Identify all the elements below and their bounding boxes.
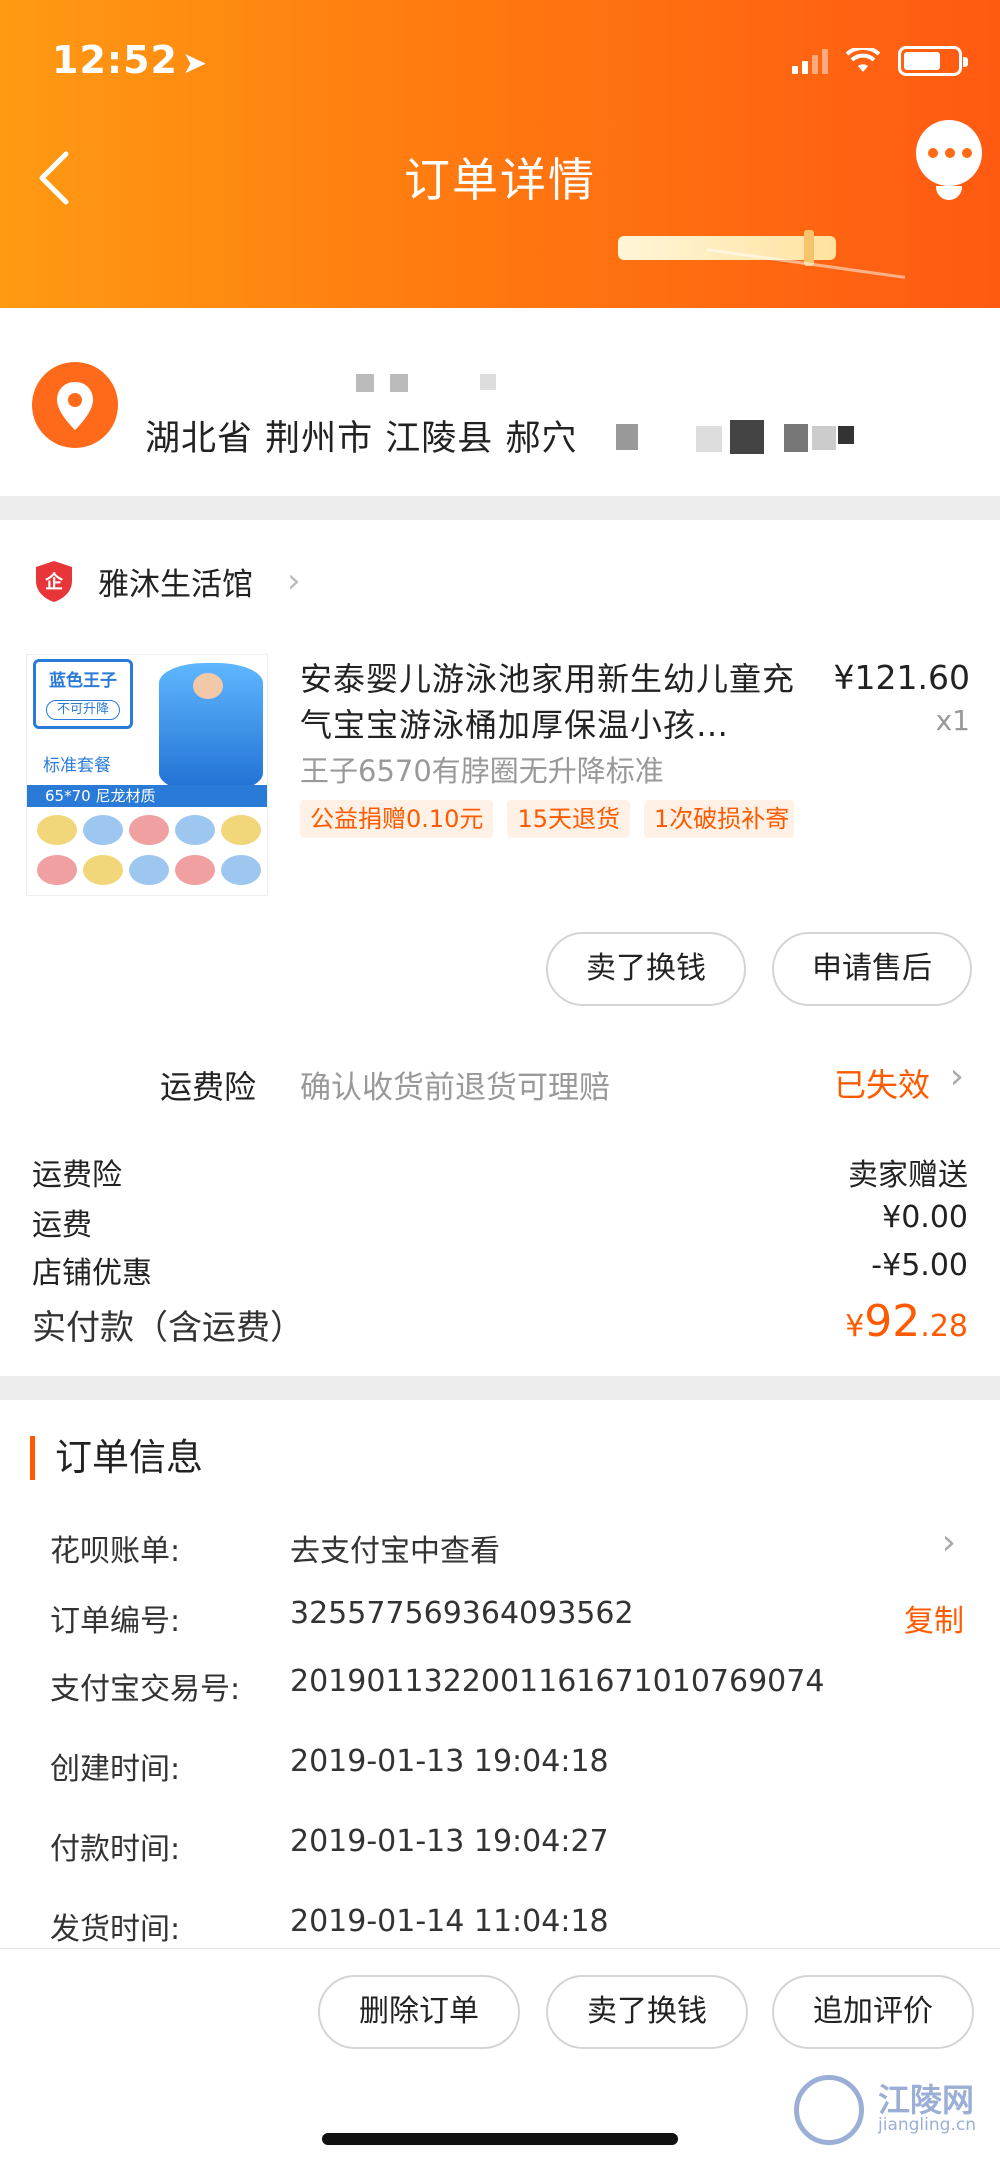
image-badge-title: 蓝色王子	[49, 671, 117, 691]
info-value: 325577569364093562	[290, 1596, 634, 1631]
product-image-badge: 蓝色王子 不可升降	[33, 659, 133, 729]
bottom-action-bar: 删除订单 卖了换钱 追加评价 江陵网 jiangling.cn	[0, 1948, 1000, 2166]
location-pin-icon	[32, 362, 118, 448]
order-info-card: 订单信息 花呗账单: 去支付宝中查看 › 订单编号: 3255775693640…	[0, 1400, 1000, 1948]
fee-label: 运费险	[32, 1158, 122, 1193]
home-indicator[interactable]	[322, 2133, 678, 2145]
fee-row-shipping: 运费 ¥0.00	[32, 1200, 968, 1244]
fee-row-discount: 店铺优惠 -¥5.00	[32, 1248, 968, 1292]
info-label: 发货时间:	[50, 1912, 181, 1947]
banner-decoration	[618, 230, 836, 266]
chevron-right-icon: ›	[949, 1056, 964, 1097]
insurance-status: 已失效	[833, 1066, 930, 1104]
redacted-block	[616, 424, 638, 450]
status-indicators	[792, 46, 968, 76]
watermark-site: jiangling.cn	[878, 2115, 976, 2135]
redacted-block	[838, 426, 854, 444]
cellular-signal-icon	[792, 48, 828, 74]
battery-icon	[898, 46, 968, 76]
shop-name: 雅沐生活馆	[98, 566, 253, 603]
total-label: 实付款（含运费）	[32, 1308, 304, 1348]
pool-illustration	[159, 663, 263, 793]
shipping-insurance-row[interactable]: 运费险 确认收货前退货可理赔 已失效 ›	[0, 1048, 1000, 1120]
address-card[interactable]: 湖北省 荆州市 江陵县 郝穴	[0, 308, 1000, 496]
redacted-block	[784, 424, 808, 452]
sell-for-cash-bottom-button[interactable]: 卖了换钱	[546, 1975, 748, 2049]
info-label: 支付宝交易号:	[50, 1672, 241, 1707]
chevron-right-icon: ›	[287, 561, 301, 601]
info-value: 2019-01-13 19:04:18	[290, 1744, 609, 1779]
total-row: 实付款（含运费） ¥92.28	[32, 1296, 968, 1352]
delete-order-button[interactable]: 删除订单	[318, 1975, 520, 2049]
site-watermark: 江陵网 jiangling.cn	[794, 2069, 984, 2149]
redacted-block	[390, 374, 408, 392]
status-time: 12:52 ➤	[52, 38, 209, 82]
enterprise-shield-icon: 企	[32, 559, 76, 603]
redacted-block	[356, 374, 374, 392]
info-value: 2019-01-13 19:04:27	[290, 1824, 609, 1859]
redacted-block	[730, 420, 764, 454]
huabei-row[interactable]: 花呗账单: 去支付宝中查看 ›	[50, 1522, 970, 1570]
product-quantity: x1	[935, 704, 970, 737]
tag-charity: 公益捐赠0.10元	[300, 800, 494, 838]
image-badge-sub: 不可升降	[46, 700, 120, 720]
service-tags: 公益捐赠0.10元 15天退货 1次破损补寄	[300, 800, 794, 838]
fee-value: ¥0.00	[882, 1200, 968, 1235]
accessory-icons	[37, 815, 261, 885]
chat-button[interactable]	[916, 120, 982, 200]
fee-label: 店铺优惠	[32, 1256, 152, 1291]
fee-row-insurance: 运费险 卖家赠送	[32, 1150, 968, 1194]
info-label: 订单编号:	[50, 1604, 181, 1639]
fee-value: 卖家赠送	[848, 1158, 968, 1193]
info-value: 2019011322001161671010769074	[290, 1664, 825, 1699]
location-arrow-icon: ➤	[181, 46, 209, 81]
insurance-desc: 确认收货前退货可理赔	[300, 1070, 610, 1106]
redacted-block	[812, 426, 836, 450]
product-title[interactable]: 安泰婴儿游泳池家用新生幼儿童充气宝宝游泳桶加厚保温小孩…	[300, 656, 800, 748]
info-value: 去支付宝中查看	[290, 1534, 500, 1569]
image-size-bar: 65*70 尼龙材质	[27, 785, 267, 807]
insurance-label: 运费险	[160, 1068, 257, 1106]
header: 12:52 ➤ 订单详情	[0, 0, 1000, 308]
paid-time-row: 付款时间: 2019-01-13 19:04:27	[50, 1824, 970, 1868]
sell-for-cash-button[interactable]: 卖了换钱	[546, 932, 746, 1006]
tag-damage: 1次破损补寄	[643, 800, 794, 838]
chevron-right-icon: ›	[941, 1522, 956, 1563]
redacted-block	[480, 374, 496, 390]
alipay-number-row: 支付宝交易号: 2019011322001161671010769074	[50, 1664, 970, 1708]
chat-bubble-icon	[928, 148, 972, 158]
created-time-row: 创建时间: 2019-01-13 19:04:18	[50, 1744, 970, 1788]
svg-text:企: 企	[44, 571, 64, 593]
address-text: 湖北省 荆州市 江陵县 郝穴	[145, 419, 578, 459]
redacted-block	[696, 426, 722, 452]
info-label: 付款时间:	[50, 1832, 181, 1867]
total-amount: ¥92.28	[845, 1296, 968, 1347]
tag-return: 15天退货	[507, 800, 630, 838]
after-sale-button[interactable]: 申请售后	[772, 932, 972, 1006]
fee-value: -¥5.00	[871, 1248, 968, 1283]
info-value: 2019-01-14 11:04:18	[290, 1904, 609, 1939]
product-image[interactable]: 蓝色王子 不可升降 标准套餐 65*70 尼龙材质	[26, 654, 268, 896]
info-label: 创建时间:	[50, 1752, 181, 1787]
order-info-title: 订单信息	[30, 1436, 203, 1480]
order-number-row: 订单编号: 325577569364093562 复制	[50, 1596, 970, 1640]
page-title: 订单详情	[404, 153, 596, 207]
image-set-label: 标准套餐	[43, 756, 111, 776]
product-price: ¥121.60	[833, 658, 970, 697]
watermark-logo-icon	[794, 2075, 864, 2145]
wifi-icon	[846, 48, 880, 72]
copy-button[interactable]: 复制	[904, 1596, 964, 1640]
fee-label: 运费	[32, 1208, 92, 1243]
add-review-button[interactable]: 追加评价	[772, 1975, 974, 2049]
shop-row[interactable]: 企 雅沐生活馆 ›	[32, 556, 301, 606]
shipped-time-row: 发货时间: 2019-01-14 11:04:18	[50, 1904, 970, 1948]
product-sku: 王子6570有脖圈无升降标准	[300, 754, 664, 788]
order-card: 企 雅沐生活馆 › 蓝色王子 不可升降 标准套餐 65*70 尼龙材质 安泰婴儿…	[0, 520, 1000, 1376]
info-label: 花呗账单:	[50, 1534, 181, 1569]
